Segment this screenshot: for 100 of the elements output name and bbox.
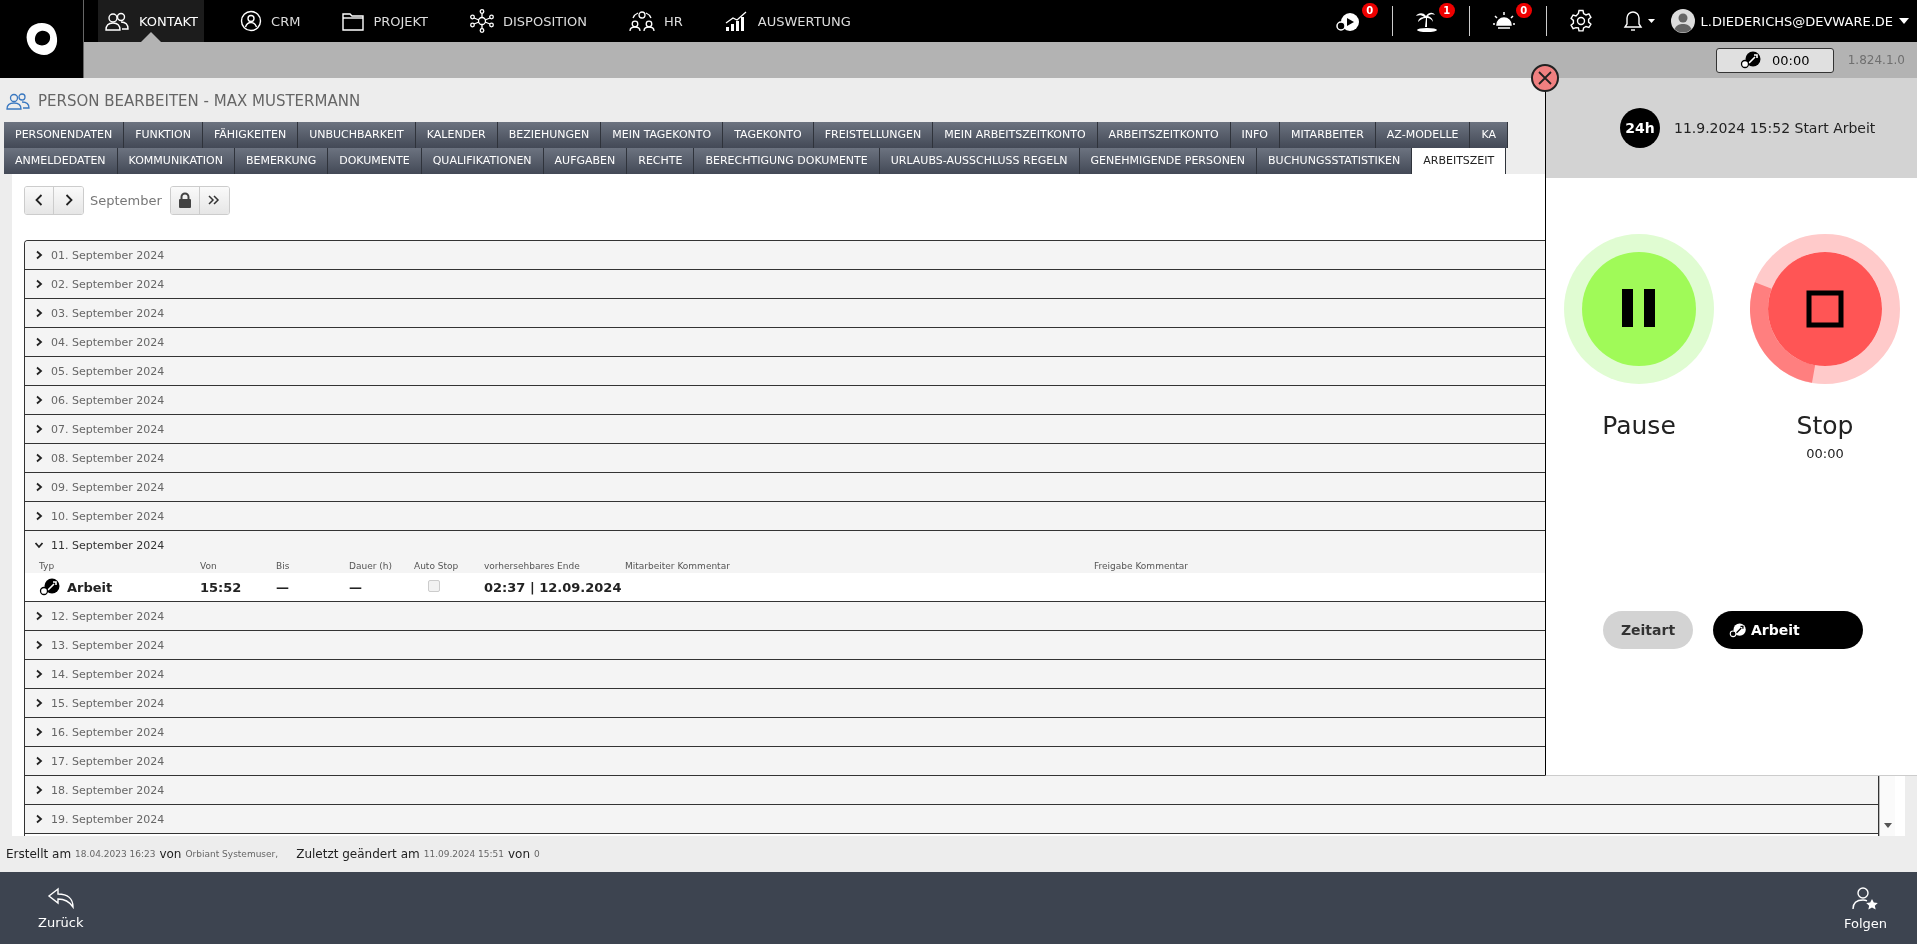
people-group-icon	[629, 10, 655, 32]
info-value: Orbiant Systemuser,	[185, 849, 279, 859]
tab[interactable]: BEZIEHUNGEN	[497, 122, 602, 148]
nav-tab[interactable]: CRM	[234, 0, 307, 42]
stopwatch-wrench-icon	[39, 577, 61, 597]
tab[interactable]: FÄHIGKEITEN	[202, 122, 299, 148]
day-row[interactable]: 18. September 2024	[25, 776, 1878, 805]
chevron-icon	[34, 541, 44, 549]
chevron-icon	[35, 669, 43, 679]
user-menu[interactable]: L.DIEDERICHS@DEVWARE.DE	[1670, 9, 1909, 33]
notification-badge: 1	[1438, 3, 1455, 18]
settings-icon[interactable]	[1568, 9, 1593, 33]
tab[interactable]: KOMMUNIKATION	[117, 148, 235, 174]
tab[interactable]: AUFGABEN	[543, 148, 628, 174]
chevron-icon	[35, 611, 43, 621]
column-header: Von	[200, 561, 218, 571]
tab[interactable]: MEIN TAGEKONTO	[601, 122, 724, 148]
column-header: Bis	[276, 561, 291, 571]
stopwatch-icon[interactable]	[1335, 10, 1362, 32]
chevron-icon	[35, 337, 43, 347]
tab[interactable]: BERECHTIGUNG DOKUMENTE	[694, 148, 880, 174]
double-chevron-icon	[208, 195, 221, 205]
info-value: 18.04.2023 16:23	[75, 849, 156, 859]
people-icon	[6, 92, 30, 110]
tab[interactable]: GENEHMIGENDE PERSONEN	[1079, 148, 1258, 174]
previous-button[interactable]	[25, 186, 54, 214]
tab[interactable]: FUNKTION	[124, 122, 203, 148]
scroll-down-icon[interactable]	[1883, 823, 1892, 828]
column-header: vorhersehbares Ende	[484, 561, 581, 571]
tab[interactable]: PERSONENDATEN	[4, 122, 125, 148]
tab[interactable]: QUALIFIKATIONEN	[421, 148, 544, 174]
lock-button[interactable]	[170, 186, 200, 214]
people-icon	[104, 11, 130, 31]
tab[interactable]: MEIN ARBEITSZEITKONTO	[933, 122, 1098, 148]
chevron-icon	[35, 308, 43, 318]
column-header: Auto Stop	[414, 561, 460, 571]
bar-chart-icon	[724, 10, 749, 32]
stopwatch-wrench-icon	[1729, 622, 1747, 638]
tab[interactable]: BEMERKUNG	[234, 148, 329, 174]
version-text: 1.824.1.0	[1847, 53, 1905, 67]
tab[interactable]: AZ-MODELLE	[1375, 122, 1471, 148]
info-value: 11.09.2024 15:51	[423, 849, 504, 859]
table-cell-text: —	[349, 579, 363, 595]
tab[interactable]: FREISTELLUNGEN	[813, 122, 934, 148]
person-star-icon	[1851, 885, 1880, 910]
time-type-button[interactable]: Zeitart	[1603, 611, 1693, 649]
work-type-button[interactable]: Arbeit	[1713, 611, 1863, 649]
column-header: Freigabe Kommentar	[1094, 561, 1189, 571]
tab[interactable]: INFO	[1230, 122, 1280, 148]
tab[interactable]: UNBUCHBARKEIT	[298, 122, 416, 148]
tab[interactable]: RECHTE	[627, 148, 695, 174]
day-row[interactable]: 19. September 2024	[25, 805, 1878, 834]
info-value: 0	[534, 849, 540, 859]
palm-island-icon[interactable]	[1414, 10, 1439, 32]
chevron-icon	[35, 279, 43, 289]
tab[interactable]: MITARBEITER	[1280, 122, 1376, 148]
chevron-icon	[35, 814, 43, 824]
chevron-icon	[35, 640, 43, 650]
tab[interactable]: URLAUBS-AUSSCHLUSS REGELN	[879, 148, 1080, 174]
chevron-icon	[35, 424, 43, 434]
next-button[interactable]	[54, 186, 83, 214]
tab[interactable]: ARBEITSZEITKONTO	[1097, 122, 1231, 148]
tab[interactable]: BUCHUNGSSTATISTIKEN	[1257, 148, 1413, 174]
sun-icon[interactable]	[1491, 10, 1516, 32]
info-label: Erstellt am	[6, 847, 72, 861]
nav-tab[interactable]: KONTAKT	[98, 0, 205, 42]
stop-button[interactable]	[1768, 252, 1882, 366]
tab[interactable]: TAGEKONTO	[723, 122, 814, 148]
table-cell-text: —	[276, 579, 290, 595]
follow-button[interactable]: Folgen	[1843, 885, 1887, 931]
notification-badge: 0	[1515, 3, 1532, 18]
tab[interactable]: ARBEITSZEIT	[1412, 148, 1507, 174]
nav-tab[interactable]: HR	[623, 0, 689, 42]
timer-button[interactable]: 00:00	[1715, 47, 1834, 73]
pause-button[interactable]	[1563, 233, 1715, 385]
back-button[interactable]: Zurück	[38, 886, 84, 930]
chevron-icon	[35, 511, 43, 521]
close-icon	[1537, 70, 1553, 86]
month-label: September	[90, 192, 162, 208]
column-header: Typ	[39, 561, 56, 571]
nav-tab[interactable]: AUSWERTUNG	[718, 0, 857, 42]
info-label: von	[159, 847, 182, 861]
nav-tab[interactable]: PROJEKT	[336, 0, 434, 42]
nav-tab[interactable]: DISPOSITION	[464, 0, 593, 42]
chevron-icon	[35, 756, 43, 766]
network-icon	[470, 9, 494, 33]
avatar-icon	[1670, 9, 1695, 33]
tab[interactable]: KA	[1470, 122, 1508, 148]
tab[interactable]: KALENDER	[415, 122, 498, 148]
tab[interactable]: DOKUMENTE	[328, 148, 422, 174]
folder-icon	[342, 11, 365, 31]
tab[interactable]: ANMELDEDATEN	[4, 148, 118, 174]
info-label: Zuletzt geändert am	[296, 847, 420, 861]
checkbox[interactable]	[428, 579, 440, 592]
logo-icon[interactable]	[0, 0, 84, 78]
forward-button[interactable]	[199, 186, 229, 214]
stopwatch-wrench-icon	[1740, 51, 1762, 69]
person-icon	[240, 10, 263, 32]
chevron-icon	[35, 698, 43, 708]
chevron-icon	[35, 727, 43, 737]
